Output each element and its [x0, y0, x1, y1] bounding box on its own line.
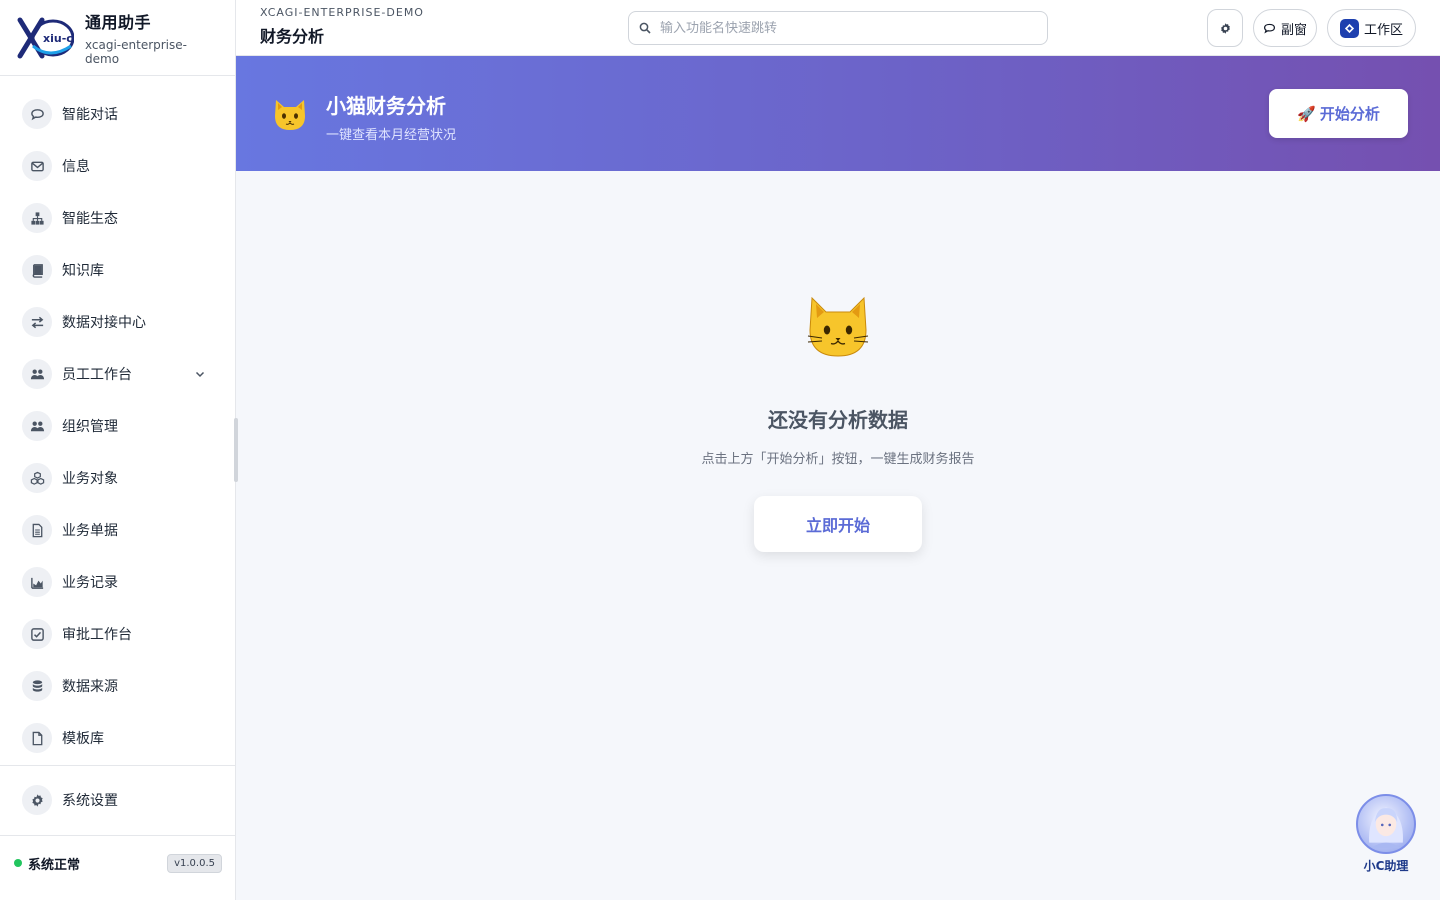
status-dot-icon: [14, 859, 22, 867]
sidebar-item-ecosystem[interactable]: 智能生态: [0, 192, 235, 244]
start-now-button[interactable]: 立即开始: [754, 496, 922, 552]
settings-button[interactable]: [1207, 9, 1243, 47]
topbar: XCAGI-ENTERPRISE-DEMO 财务分析 副窗 工作区: [236, 0, 1440, 56]
document-icon: [22, 515, 52, 545]
sidebar-item-label: 业务记录: [62, 575, 118, 591]
assistant-avatar-icon: [1369, 807, 1403, 849]
sidebar: xiu-ci 通用助手 xcagi-enterprise-demo 智能对话 信…: [0, 0, 236, 900]
chart-icon: [22, 567, 52, 597]
sidebar-item-label: 信息: [62, 159, 90, 175]
workspace-label: 工作区: [1363, 22, 1403, 38]
cat-face-icon: [807, 296, 869, 357]
gear-icon: [1220, 22, 1230, 34]
sidebar-item-label: 系统设置: [62, 793, 118, 809]
logo-text: xiu-ci: [43, 32, 74, 45]
sub-window-label: 副窗: [1280, 22, 1307, 38]
banner-subtitle: 一键查看本月经营状况: [326, 128, 457, 143]
empty-state-title: 还没有分析数据: [768, 408, 908, 432]
banner-title: 小猫财务分析: [326, 94, 446, 118]
sidebar-item-templates[interactable]: 模板库: [0, 712, 235, 764]
users-icon: [22, 359, 52, 389]
xiu-ci-logo: xiu-ci: [16, 16, 77, 60]
sidebar-item-business-records[interactable]: 业务记录: [0, 556, 235, 608]
sidebar-item-knowledge[interactable]: 知识库: [0, 244, 235, 296]
search-input[interactable]: [660, 20, 1030, 36]
book-icon: [22, 255, 52, 285]
workspace-icon: [1339, 18, 1359, 38]
sidebar-item-label: 审批工作台: [62, 627, 132, 643]
sidebar-item-data-integration[interactable]: 数据对接中心: [0, 296, 235, 348]
sidebar-item-approval[interactable]: 审批工作台: [0, 608, 235, 660]
sidebar-item-label: 组织管理: [62, 419, 118, 435]
version-badge: v1.0.0.5: [167, 853, 222, 873]
sidebar-item-label: 模板库: [62, 731, 104, 747]
nav-divider: [0, 765, 236, 766]
sidebar-item-label: 业务单据: [62, 523, 118, 539]
sitemap-icon: [22, 203, 52, 233]
sidebar-item-label: 数据来源: [62, 679, 118, 695]
sidebar-item-label: 员工工作台: [62, 367, 132, 383]
hero-banner: 小猫财务分析 一键查看本月经营状况 🚀 开始分析: [236, 56, 1440, 171]
mail-icon: [22, 151, 52, 181]
sidebar-item-employee-workbench[interactable]: 员工工作台: [0, 348, 235, 400]
check-square-icon: [22, 619, 52, 649]
rocket-icon: 🚀: [1297, 104, 1316, 123]
sidebar-item-label: 数据对接中心: [62, 315, 146, 331]
database-icon: [22, 671, 52, 701]
gear-icon: [22, 785, 52, 815]
workspace-button[interactable]: 工作区: [1327, 9, 1416, 47]
search-box[interactable]: [628, 11, 1048, 45]
sidebar-item-label: 业务对象: [62, 471, 118, 487]
start-analysis-button[interactable]: 🚀 开始分析: [1269, 89, 1408, 138]
chat-icon: [22, 99, 52, 129]
page-title: 财务分析: [260, 27, 325, 46]
sidebar-item-messages[interactable]: 信息: [0, 140, 235, 192]
start-analysis-label: 开始分析: [1319, 105, 1380, 123]
assistant-label[interactable]: 小C助理: [1350, 857, 1422, 874]
brand-title: 通用助手: [85, 13, 152, 32]
cubes-icon: [22, 463, 52, 493]
empty-state-subtitle: 点击上方「开始分析」按钮，一键生成财务报告: [701, 452, 975, 467]
sidebar-item-org[interactable]: 组织管理: [0, 400, 235, 452]
cat-icon: [275, 100, 305, 130]
brand-subtitle: xcagi-enterprise-demo: [85, 38, 187, 66]
brand[interactable]: xiu-ci 通用助手 xcagi-enterprise-demo: [0, 0, 235, 76]
chat-icon: [1263, 23, 1275, 33]
file-icon: [22, 723, 52, 753]
search-icon: [639, 22, 651, 34]
sidebar-scrollbar[interactable]: [234, 418, 238, 482]
sidebar-nav: 智能对话 信息 智能生态 知识库 数据对接中心 员工工作台 组织管理 业务对象 …: [0, 76, 235, 764]
assistant-avatar[interactable]: [1356, 794, 1416, 854]
sidebar-item-business-documents[interactable]: 业务单据: [0, 504, 235, 556]
system-status: 系统正常 v1.0.0.5: [0, 836, 236, 890]
exchange-icon: [22, 307, 52, 337]
chevron-down-icon[interactable]: [193, 367, 207, 381]
sidebar-item-settings[interactable]: 系统设置: [0, 774, 236, 826]
sidebar-item-data-sources[interactable]: 数据来源: [0, 660, 235, 712]
breadcrumb[interactable]: XCAGI-ENTERPRISE-DEMO: [260, 6, 424, 19]
sidebar-item-label: 智能生态: [62, 211, 118, 227]
sidebar-item-business-objects[interactable]: 业务对象: [0, 452, 235, 504]
sidebar-item-label: 知识库: [62, 263, 104, 279]
sub-window-button[interactable]: 副窗: [1253, 9, 1317, 47]
sidebar-item-label: 智能对话: [62, 107, 118, 123]
sidebar-item-chat[interactable]: 智能对话: [0, 88, 235, 140]
status-text: 系统正常: [28, 857, 81, 873]
users-icon: [22, 411, 52, 441]
